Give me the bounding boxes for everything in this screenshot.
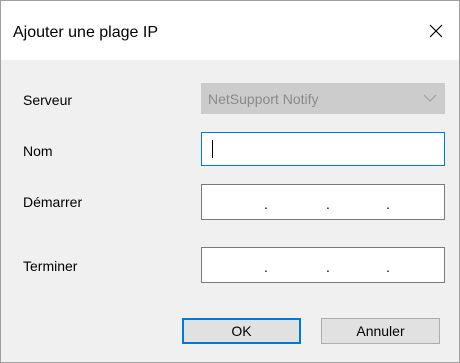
close-icon bbox=[429, 24, 443, 38]
ip-separator: . bbox=[386, 196, 390, 212]
cancel-button[interactable]: Annuler bbox=[321, 318, 440, 344]
dialog-title: Ajouter une plage IP bbox=[13, 24, 158, 41]
title-bar: Ajouter une plage IP bbox=[1, 1, 459, 60]
start-ip-field[interactable]: . . . bbox=[201, 184, 445, 220]
ip-separator: . bbox=[326, 259, 330, 275]
server-label: Serveur bbox=[23, 92, 73, 108]
add-ip-range-dialog: Ajouter une plage IP Serveur NetSupport … bbox=[0, 0, 460, 363]
name-field[interactable] bbox=[201, 132, 445, 166]
end-label: Terminer bbox=[23, 258, 78, 274]
chevron-down-icon bbox=[423, 94, 437, 102]
text-caret bbox=[212, 140, 213, 158]
server-select-value: NetSupport Notify bbox=[208, 91, 319, 107]
ok-button[interactable]: OK bbox=[182, 318, 301, 344]
ip-separator: . bbox=[326, 196, 330, 212]
end-ip-field[interactable]: . . . bbox=[201, 247, 445, 283]
ip-separator: . bbox=[264, 259, 268, 275]
close-button[interactable] bbox=[413, 11, 459, 51]
dialog-content: Serveur NetSupport Notify Nom Démarrer .… bbox=[1, 60, 459, 362]
name-label: Nom bbox=[23, 143, 53, 159]
server-select[interactable]: NetSupport Notify bbox=[201, 83, 445, 114]
start-label: Démarrer bbox=[23, 194, 83, 210]
ip-separator: . bbox=[264, 196, 268, 212]
ip-separator: . bbox=[386, 259, 390, 275]
